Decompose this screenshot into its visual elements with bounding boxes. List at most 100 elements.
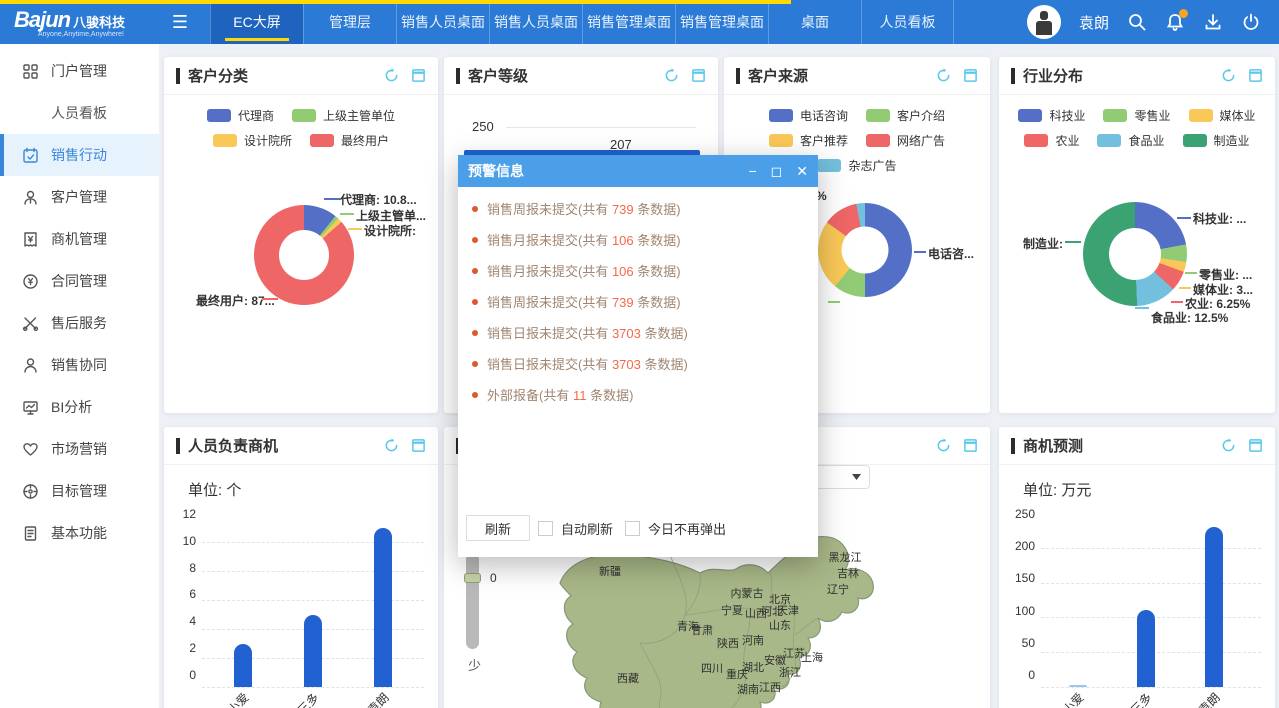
tab-sales-mgmt-desktop-2[interactable]: 销售管理桌面 — [675, 0, 768, 44]
legend-item[interactable]: 食品业 — [1097, 132, 1164, 149]
gridline — [506, 127, 696, 128]
bar[interactable] — [374, 528, 392, 688]
auto-refresh-checkbox[interactable] — [538, 521, 553, 536]
refresh-icon[interactable] — [384, 438, 399, 453]
expand-icon[interactable] — [1248, 68, 1263, 83]
user-avatar[interactable] — [1027, 5, 1061, 39]
modal-titlebar[interactable]: 预警信息 − ◻ ✕ — [458, 155, 818, 187]
sidebar-item-contract-mgmt[interactable]: 合同管理 — [0, 260, 159, 302]
tab-personnel-board[interactable]: 人员看板 — [861, 0, 954, 44]
legend-item[interactable]: 客户介绍 — [866, 107, 945, 124]
sidebar-item-basic-functions[interactable]: 基本功能 — [0, 512, 159, 554]
tab-ec-screen[interactable]: EC大屏 — [210, 0, 303, 44]
hamburger-menu-icon[interactable]: ☰ — [162, 0, 198, 44]
close-icon[interactable]: ✕ — [796, 164, 808, 178]
refresh-icon[interactable] — [1221, 438, 1236, 453]
legend-item[interactable]: 设计院所 — [213, 132, 292, 149]
china-map[interactable]: 新疆 黑龙江 吉林 辽宁 内蒙古 北京 天津 宁夏 山西 河北 山东 青海 甘肃… — [540, 535, 960, 708]
bar[interactable] — [1069, 685, 1087, 687]
refresh-icon[interactable] — [936, 438, 951, 453]
tab-sales-desktop-1[interactable]: 销售人员桌面 — [396, 0, 489, 44]
expand-icon[interactable] — [1248, 438, 1263, 453]
map-slider-handle[interactable] — [464, 573, 481, 583]
warning-item[interactable]: 销售月报未提交(共有 106 条数据) — [472, 230, 804, 249]
notification-bell-icon[interactable] — [1165, 12, 1185, 32]
expand-icon[interactable] — [963, 68, 978, 83]
card-personnel-opportunity: 人员负责商机 单位: 个 121086420 小爱 三多 袁朗 — [164, 427, 438, 708]
svg-text:湖北: 湖北 — [742, 661, 764, 674]
card-title: 客户等级 — [468, 65, 528, 86]
x-axis-label: 三多 — [294, 689, 323, 708]
tools-icon — [22, 315, 39, 332]
sidebar-item-sales-collab[interactable]: 销售协同 — [0, 344, 159, 386]
sidebar-item-bi-analysis[interactable]: BI分析 — [0, 386, 159, 428]
circle-yen-icon — [22, 273, 39, 290]
legend-item[interactable]: 最终用户 — [310, 132, 389, 149]
legend-item[interactable]: 代理商 — [207, 107, 274, 124]
legend-item[interactable]: 杂志广告 — [817, 157, 896, 174]
china-landmass[interactable] — [560, 537, 873, 708]
search-icon[interactable] — [1127, 12, 1147, 32]
legend-item[interactable]: 农业 — [1024, 132, 1079, 149]
warning-item[interactable]: 销售周报未提交(共有 739 条数据) — [472, 292, 804, 311]
bar[interactable] — [304, 615, 322, 688]
card-title: 行业分布 — [1023, 65, 1083, 86]
map-heat-slider[interactable] — [466, 553, 479, 649]
warning-item[interactable]: 外部报备(共有 11 条数据) — [472, 385, 804, 404]
refresh-icon[interactable] — [936, 68, 951, 83]
download-icon[interactable] — [1203, 12, 1223, 32]
refresh-icon[interactable] — [664, 68, 679, 83]
bullet-dot — [472, 392, 478, 398]
tab-management[interactable]: 管理层 — [303, 0, 396, 44]
bar[interactable] — [1137, 610, 1155, 687]
sidebar-item-marketing[interactable]: 市场营销 — [0, 428, 159, 470]
sidebar-item-after-sales[interactable]: 售后服务 — [0, 302, 159, 344]
maximize-icon[interactable]: ◻ — [771, 164, 783, 178]
bar[interactable] — [234, 644, 252, 688]
sidebar-item-portal[interactable]: 门户管理 — [0, 50, 159, 92]
tab-sales-mgmt-desktop-1[interactable]: 销售管理桌面 — [582, 0, 675, 44]
legend-item[interactable]: 客户推荐 — [769, 132, 848, 149]
refresh-icon[interactable] — [384, 68, 399, 83]
warning-item[interactable]: 销售周报未提交(共有 739 条数据) — [472, 199, 804, 218]
label-connector — [1177, 217, 1191, 219]
donut-chart-customer-source[interactable] — [818, 203, 912, 297]
minimize-icon[interactable]: − — [748, 164, 756, 178]
warning-item[interactable]: 销售日报未提交(共有 3703 条数据) — [472, 323, 804, 342]
label-connector — [324, 198, 340, 200]
legend-item[interactable]: 上级主管单位 — [292, 107, 395, 124]
refresh-icon[interactable] — [1221, 68, 1236, 83]
legend-item[interactable]: 零售业 — [1103, 107, 1170, 124]
expand-icon[interactable] — [411, 438, 426, 453]
map-slider-value: 0 — [490, 571, 497, 585]
sidebar-item-target-mgmt[interactable]: 目标管理 — [0, 470, 159, 512]
refresh-button[interactable]: 刷新 — [466, 515, 530, 541]
tab-sales-desktop-2[interactable]: 销售人员桌面 — [489, 0, 582, 44]
sidebar-item-label: 销售行动 — [51, 145, 107, 165]
donut-chart-industry[interactable] — [1083, 202, 1187, 306]
sidebar-item-personnel-board[interactable]: 人员看板 — [0, 92, 159, 134]
warning-item[interactable]: 销售日报未提交(共有 3703 条数据) — [472, 354, 804, 373]
expand-icon[interactable] — [411, 68, 426, 83]
legend-item[interactable]: 科技业 — [1018, 107, 1085, 124]
legend-item[interactable]: 网络广告 — [866, 132, 945, 149]
sidebar-item-sales-action[interactable]: 销售行动 — [0, 134, 159, 176]
svg-text:浙江: 浙江 — [779, 666, 801, 679]
tab-desktop[interactable]: 桌面 — [768, 0, 861, 44]
expand-icon[interactable] — [691, 68, 706, 83]
sidebar-item-opportunity-mgmt[interactable]: 商机管理 — [0, 218, 159, 260]
x-axis-label: 三多 — [1127, 689, 1156, 708]
power-icon[interactable] — [1241, 12, 1261, 32]
sidebar-item-customer-mgmt[interactable]: 客户管理 — [0, 176, 159, 218]
donut-chart-customer-category[interactable] — [254, 205, 354, 305]
legend-item[interactable]: 媒体业 — [1189, 107, 1256, 124]
modal-footer: 刷新 自动刷新 今日不再弹出 — [458, 505, 818, 557]
no-popup-today-checkbox[interactable] — [625, 521, 640, 536]
warning-item[interactable]: 销售月报未提交(共有 106 条数据) — [472, 261, 804, 280]
legend-item[interactable]: 制造业 — [1183, 132, 1250, 149]
expand-icon[interactable] — [963, 438, 978, 453]
legend-item[interactable]: 电话咨询 — [769, 107, 848, 124]
bar[interactable] — [1205, 527, 1223, 687]
app-logo[interactable]: Bajun 八骏科技 Anyone,Anytime,Anywhere! — [0, 0, 162, 44]
x-axis-label: 小爱 — [1059, 689, 1088, 708]
